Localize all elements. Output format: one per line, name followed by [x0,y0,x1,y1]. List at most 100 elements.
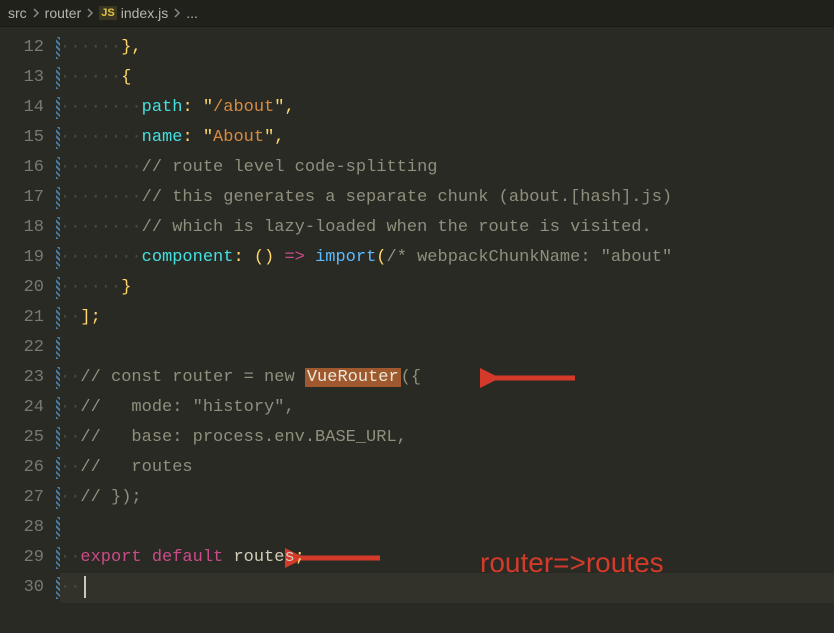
token-punct: : [182,128,202,147]
line-number[interactable]: 13 [0,63,60,93]
line-number[interactable]: 14 [0,93,60,123]
whitespace: ·· [60,488,80,507]
token-brace: () [254,248,274,267]
whitespace: ·· [60,458,80,477]
code-line[interactable]: ·· [60,573,834,603]
token-cmt: // routes [80,458,192,477]
line-number[interactable]: 19 [0,243,60,273]
code-line[interactable]: ········// this generates a separate chu… [60,183,834,213]
code-line[interactable]: ········path: "/about", [60,93,834,123]
code-line[interactable]: ··// mode: "history", [60,393,834,423]
line-number[interactable]: 27 [0,483,60,513]
code-line[interactable]: ········// route level code-splitting [60,153,834,183]
token-brace: } [121,278,131,297]
line-number[interactable]: 15 [0,123,60,153]
breadcrumb-tail[interactable]: ... [186,5,198,21]
breadcrumb-file[interactable]: index.js [121,5,168,21]
editor-area[interactable]: 12131415161718192021222324252627282930 r… [0,27,834,633]
token-fn: import [315,248,376,267]
whitespace: ·· [60,578,80,597]
token-str: About [213,128,264,147]
whitespace: ·· [60,308,80,327]
code-line[interactable] [60,333,834,363]
whitespace: ······ [60,68,121,87]
token-punct: ; [295,548,305,567]
token-brace: } [121,38,131,57]
token-hl: VueRouter [305,368,401,387]
whitespace: ········ [60,98,142,117]
breadcrumb-part[interactable]: src [8,5,27,21]
token-key: name [142,128,183,147]
whitespace: ·· [60,428,80,447]
token-punct: , [131,38,141,57]
token-punct: ; [91,308,101,327]
line-number[interactable]: 17 [0,183,60,213]
text-cursor [80,578,86,597]
line-number[interactable]: 26 [0,453,60,483]
token-str: /about [213,98,274,117]
token-cmt: // base: process.env.BASE_URL, [80,428,406,447]
chevron-right-icon [85,5,95,21]
token-ident: routes [233,548,294,567]
token-ident [142,548,152,567]
token-punct: : [233,248,253,267]
token-key: path [142,98,183,117]
token-cmt: // this generates a separate chunk (abou… [142,188,673,207]
js-file-icon: JS [99,6,116,20]
whitespace: ······ [60,38,121,57]
breadcrumb[interactable]: src router JS index.js ... [0,0,834,27]
whitespace: ·· [60,368,80,387]
token-punct: : [182,98,202,117]
code-line[interactable]: ······} [60,273,834,303]
whitespace: ········ [60,128,142,147]
code-line[interactable]: ······}, [60,33,834,63]
token-quote: " [264,128,274,147]
token-cmt: // }); [80,488,141,507]
token-ident [305,248,315,267]
line-number[interactable]: 18 [0,213,60,243]
whitespace: ········ [60,158,142,177]
token-arrow: => [284,248,304,267]
code-line[interactable]: ··// const router = new VueRouter({ [60,363,834,393]
whitespace: ········ [60,188,142,207]
code-line[interactable]: ··// routes [60,453,834,483]
line-number[interactable]: 28 [0,513,60,543]
line-number[interactable]: 20 [0,273,60,303]
token-cmt: // mode: "history", [80,398,294,417]
line-number[interactable]: 23 [0,363,60,393]
code-line[interactable]: ········component: () => import(/* webpa… [60,243,834,273]
code-line[interactable] [60,513,834,543]
token-punct: , [284,98,294,117]
line-number[interactable]: 12 [0,33,60,63]
line-number[interactable]: 16 [0,153,60,183]
code-line[interactable]: ········name: "About", [60,123,834,153]
code-line[interactable]: ··]; [60,303,834,333]
token-punct: , [274,128,284,147]
code-line[interactable]: ········// which is lazy-loaded when the… [60,213,834,243]
code-line[interactable]: ··export default routes; [60,543,834,573]
token-cmt: /* webpackChunkName: "about" [387,248,673,267]
whitespace: ·· [60,548,80,567]
token-kw: default [152,548,223,567]
code-content[interactable]: router=>routes ······},······{········pa… [60,27,834,633]
token-cmt: // route level code-splitting [142,158,438,177]
line-number[interactable]: 21 [0,303,60,333]
code-line[interactable]: ··// base: process.env.BASE_URL, [60,423,834,453]
token-quote: " [203,98,213,117]
token-cmt: // which is lazy-loaded when the route i… [142,218,652,237]
line-number[interactable]: 22 [0,333,60,363]
code-line[interactable]: ··// }); [60,483,834,513]
line-number[interactable]: 24 [0,393,60,423]
line-number[interactable]: 29 [0,543,60,573]
line-number[interactable]: 30 [0,573,60,603]
code-line[interactable]: ······{ [60,63,834,93]
token-brace: ( [376,248,386,267]
whitespace: ·· [60,398,80,417]
breadcrumb-part[interactable]: router [45,5,82,21]
token-ident [223,548,233,567]
token-kw: export [80,548,141,567]
line-number[interactable]: 25 [0,423,60,453]
token-quote: " [274,98,284,117]
line-number-gutter[interactable]: 12131415161718192021222324252627282930 [0,27,60,633]
whitespace: ······ [60,278,121,297]
